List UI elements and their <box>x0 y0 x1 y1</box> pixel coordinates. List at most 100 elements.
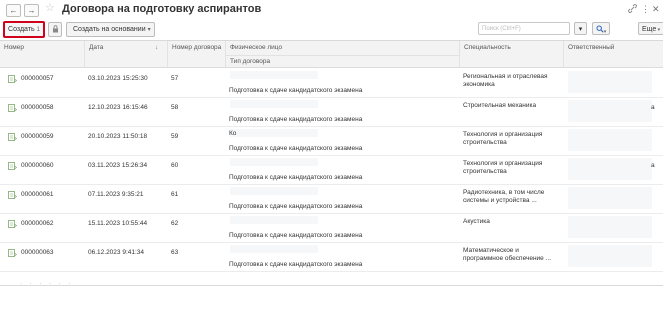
forward-arrow-icon: → <box>27 6 36 15</box>
row-contract-number: 62 <box>171 220 179 227</box>
lock-button[interactable] <box>48 22 62 37</box>
col-contract-number-header[interactable]: Номер договора <box>167 41 225 67</box>
row-specialty-line1: Радиотехника, в том числе <box>463 189 545 196</box>
more-button[interactable]: Еще ▾ <box>638 22 663 35</box>
lock-icon <box>52 25 58 33</box>
row-contract-number: 61 <box>171 191 179 198</box>
row-number: 000000059 <box>21 133 54 140</box>
close-icon[interactable]: ✕ <box>652 4 660 14</box>
page-title: Договора на подготовку аспирантов <box>62 3 262 15</box>
sort-down-icon: ↓ <box>155 44 159 51</box>
col-specialty-header[interactable]: Специальность <box>459 41 563 67</box>
table-row[interactable]: 000000062 15.11.2023 10:55:44 62 Подготовка… <box>0 213 663 243</box>
document-icon <box>8 220 17 228</box>
document-icon <box>8 104 17 112</box>
redacted-name <box>230 158 318 166</box>
create-shortcut: 1 <box>36 27 40 33</box>
table-row[interactable]: 000000060 03.11.2023 15:26:34 60 Подготовка… <box>0 155 663 185</box>
col-date-header[interactable]: Дата ↓ <box>84 41 167 67</box>
redacted-name <box>230 187 318 195</box>
forward-button[interactable]: → <box>24 4 39 17</box>
row-contract-number: 60 <box>171 162 179 169</box>
row-number: 000000057 <box>21 75 54 82</box>
back-button[interactable]: ← <box>6 4 21 17</box>
row-specialty-line2: программное обеспечение ... <box>463 255 552 262</box>
row-specialty-line2: системы и устройства ... <box>463 197 537 204</box>
row-contract-number: 58 <box>171 104 179 111</box>
redacted-responsible <box>568 129 652 151</box>
row-specialty-line1: Математическое и <box>463 247 519 254</box>
row-date: 07.11.2023 9:35:21 <box>88 191 144 198</box>
table-row[interactable]: 000000059 20.10.2023 11:50:18 59 Ко Подготов… <box>0 126 663 156</box>
row-date: 06.12.2023 9:41:34 <box>88 249 145 256</box>
document-icon <box>8 162 17 170</box>
col-person-header[interactable]: Физическое лицо <box>225 41 459 55</box>
search-input[interactable]: Поиск (Ctrl+F) <box>478 22 570 35</box>
row-responsible: а <box>651 162 655 169</box>
more-label: Еще <box>642 26 657 33</box>
col-number-header[interactable]: Номер <box>0 41 84 67</box>
status-area: · · · · · · <box>20 281 74 287</box>
row-number: 000000061 <box>21 191 54 198</box>
row-specialty-line2: экономика <box>463 81 495 88</box>
table-row[interactable]: 000000058 12.10.2023 16:15:46 58 Подготовка… <box>0 97 663 127</box>
create-button[interactable]: Создать 1 <box>3 21 45 38</box>
favorite-star-icon[interactable]: ☆ <box>45 2 55 15</box>
row-date: 15.11.2023 10:55:44 <box>88 220 148 227</box>
redacted-name <box>230 216 318 224</box>
chevron-down-icon: ▾ <box>578 26 583 33</box>
table-row[interactable]: 000000061 07.11.2023 9:35:21 61 Подготовка … <box>0 184 663 214</box>
chevron-down-icon: ▾ <box>147 27 151 33</box>
redacted-responsible <box>568 158 652 180</box>
document-icon <box>8 191 17 199</box>
more-icon[interactable]: ⋮ <box>641 4 650 14</box>
row-contract-type: Подготовка к сдаче кандидатского экзамен… <box>229 145 363 152</box>
redacted-responsible <box>568 245 652 267</box>
title-bar: ← → ☆ Договора на подготовку аспирантов … <box>0 0 663 19</box>
row-contract-number: 59 <box>171 133 179 140</box>
row-specialty-line2: строительства <box>463 139 507 146</box>
row-number: 000000062 <box>21 220 54 227</box>
table-row[interactable]: 000000057 03.10.2023 15:25:30 57 Подготовка… <box>0 68 663 98</box>
document-icon <box>8 249 17 257</box>
redacted-responsible <box>568 100 652 122</box>
row-specialty-line1: Региональная и отраслевая <box>463 73 548 80</box>
row-responsible: а <box>651 104 655 111</box>
row-contract-type: Подготовка к сдаче кандидатского экзамен… <box>229 203 363 210</box>
create-based-on-button[interactable]: Создать на основании ▾ <box>66 22 155 37</box>
create-label: Создать <box>8 26 35 33</box>
row-contract-type: Подготовка к сдаче кандидатского экзамен… <box>229 116 363 123</box>
row-date: 12.10.2023 16:15:46 <box>88 104 148 111</box>
table-header: Номер Дата ↓ Номер договора Физическое л… <box>0 41 663 68</box>
row-specialty-line1: Технология и организация <box>463 131 543 138</box>
row-specialty-line1: Технология и организация <box>463 160 543 167</box>
search-dropdown-button[interactable]: ▾ <box>574 22 587 35</box>
row-number: 000000063 <box>21 249 54 256</box>
row-contract-number: 63 <box>171 249 179 256</box>
redacted-name <box>230 245 318 253</box>
redacted-name <box>230 71 318 79</box>
back-arrow-icon: ← <box>9 6 18 15</box>
col-date-label: Дата <box>89 44 104 51</box>
row-number: 000000058 <box>21 104 54 111</box>
row-contract-type: Подготовка к сдаче кандидатского экзамен… <box>229 174 363 181</box>
row-contract-type: Подготовка к сдаче кандидатского экзамен… <box>229 87 363 94</box>
search-button[interactable]: ▾ <box>592 22 610 35</box>
row-contract-number: 57 <box>171 75 179 82</box>
row-specialty-line2: строительства <box>463 168 507 175</box>
redacted-responsible <box>568 187 652 209</box>
row-specialty-line1: Строительная механика <box>463 102 537 109</box>
col-responsible-header[interactable]: Ответственный <box>563 41 663 67</box>
row-contract-type: Подготовка к сдаче кандидатского экзамен… <box>229 232 363 239</box>
document-icon <box>8 133 17 141</box>
search-icon <box>596 25 604 33</box>
row-specialty-line1: Акустика <box>463 218 490 225</box>
redacted-responsible <box>568 216 652 238</box>
redacted-name <box>230 100 318 108</box>
redacted-name <box>230 129 318 137</box>
col-contract-type-header[interactable]: Тип договора <box>225 55 459 67</box>
redacted-responsible <box>568 71 652 93</box>
contracts-table: Номер Дата ↓ Номер договора Физическое л… <box>0 40 663 286</box>
table-row[interactable]: 000000063 06.12.2023 9:41:34 63 Подготовка … <box>0 242 663 272</box>
link-icon[interactable] <box>628 4 637 15</box>
